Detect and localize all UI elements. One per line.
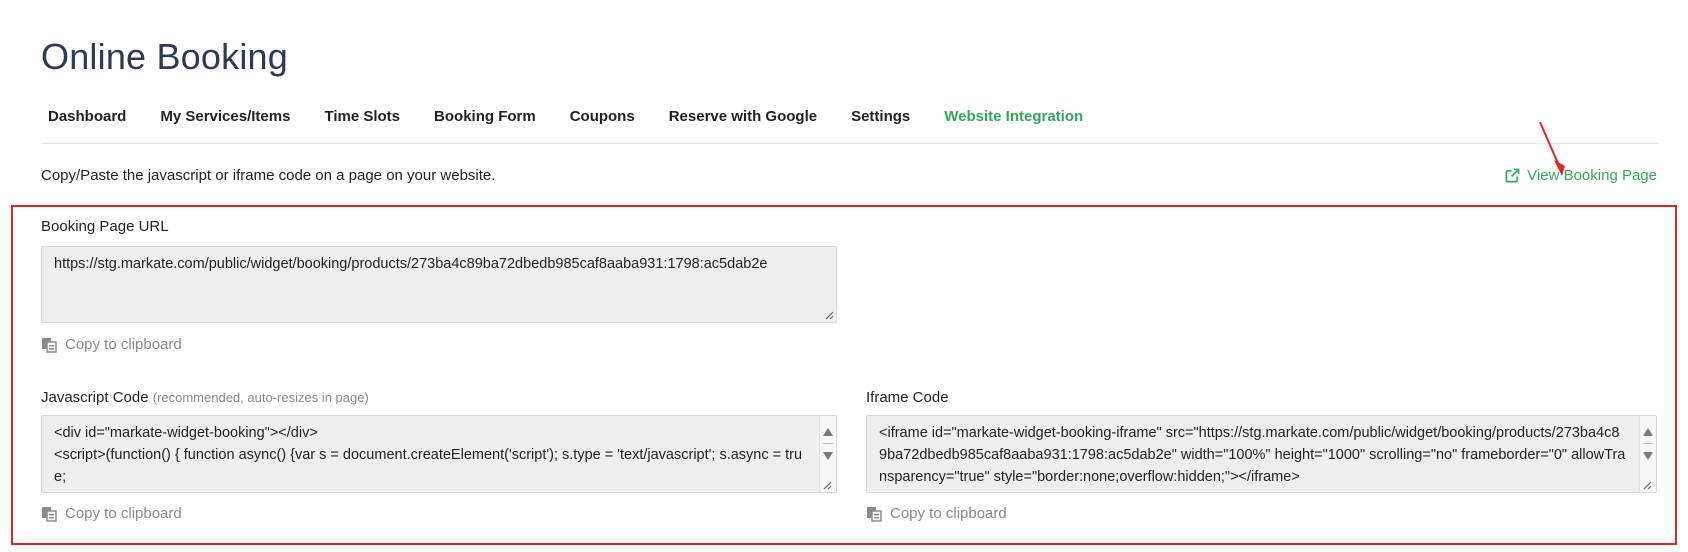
iframe-code-value: <iframe id="markate-widget-booking-ifram… [879, 425, 1626, 485]
javascript-code-title: Javascript Code [41, 389, 149, 406]
external-link-icon [1505, 168, 1520, 183]
booking-url-value: https://stg.markate.com/public/widget/bo… [54, 256, 768, 272]
javascript-code-value: <div id="markate-widget-booking"></div> … [54, 425, 803, 492]
scrollbar-thumb[interactable] [823, 443, 833, 444]
javascript-code-hint: (recommended, auto-resizes in page) [152, 390, 369, 405]
scroll-up-icon[interactable] [823, 428, 833, 436]
tab-bar: Dashboard My Services/Items Time Slots B… [41, 104, 1658, 144]
tab-time-slots[interactable]: Time Slots [316, 104, 400, 143]
clipboard-icon [867, 506, 882, 522]
iframe-code-label: Iframe Code [866, 389, 949, 406]
tab-booking-form[interactable]: Booking Form [426, 104, 536, 143]
clipboard-icon [42, 337, 57, 353]
resize-handle-icon[interactable] [1642, 480, 1652, 490]
resize-handle-icon[interactable] [822, 480, 832, 490]
copy-iframe-code-label: Copy to clipboard [890, 505, 1007, 522]
copy-javascript-code-label: Copy to clipboard [65, 505, 182, 522]
scrollbar-thumb[interactable] [1643, 443, 1653, 444]
tab-settings[interactable]: Settings [843, 104, 910, 143]
tab-coupons[interactable]: Coupons [562, 104, 635, 143]
clipboard-icon [42, 506, 57, 522]
resize-handle-icon[interactable] [824, 310, 834, 320]
javascript-code-field[interactable]: <div id="markate-widget-booking"></div> … [41, 415, 837, 493]
javascript-code-label: Javascript Code (recommended, auto-resiz… [41, 389, 369, 406]
scroll-down-icon[interactable] [823, 452, 833, 460]
scroll-down-icon[interactable] [1643, 452, 1653, 460]
booking-url-label: Booking Page URL [41, 218, 169, 235]
iframe-code-field[interactable]: <iframe id="markate-widget-booking-ifram… [866, 415, 1657, 493]
copy-booking-url-button[interactable]: Copy to clipboard [41, 336, 182, 353]
view-booking-page-label: View Booking Page [1527, 167, 1657, 184]
copy-booking-url-label: Copy to clipboard [65, 336, 182, 353]
booking-url-field[interactable]: https://stg.markate.com/public/widget/bo… [41, 246, 837, 323]
tab-website-integration[interactable]: Website Integration [936, 104, 1083, 143]
tab-reserve-with-google[interactable]: Reserve with Google [661, 104, 817, 143]
tab-dashboard[interactable]: Dashboard [41, 104, 126, 143]
view-booking-page-link[interactable]: View Booking Page [1505, 167, 1657, 184]
intro-text: Copy/Paste the javascript or iframe code… [41, 167, 496, 184]
tab-my-services[interactable]: My Services/Items [152, 104, 290, 143]
copy-javascript-code-button[interactable]: Copy to clipboard [41, 505, 182, 522]
scroll-up-icon[interactable] [1643, 428, 1653, 436]
copy-iframe-code-button[interactable]: Copy to clipboard [866, 505, 1007, 522]
page-title: Online Booking [41, 36, 288, 77]
